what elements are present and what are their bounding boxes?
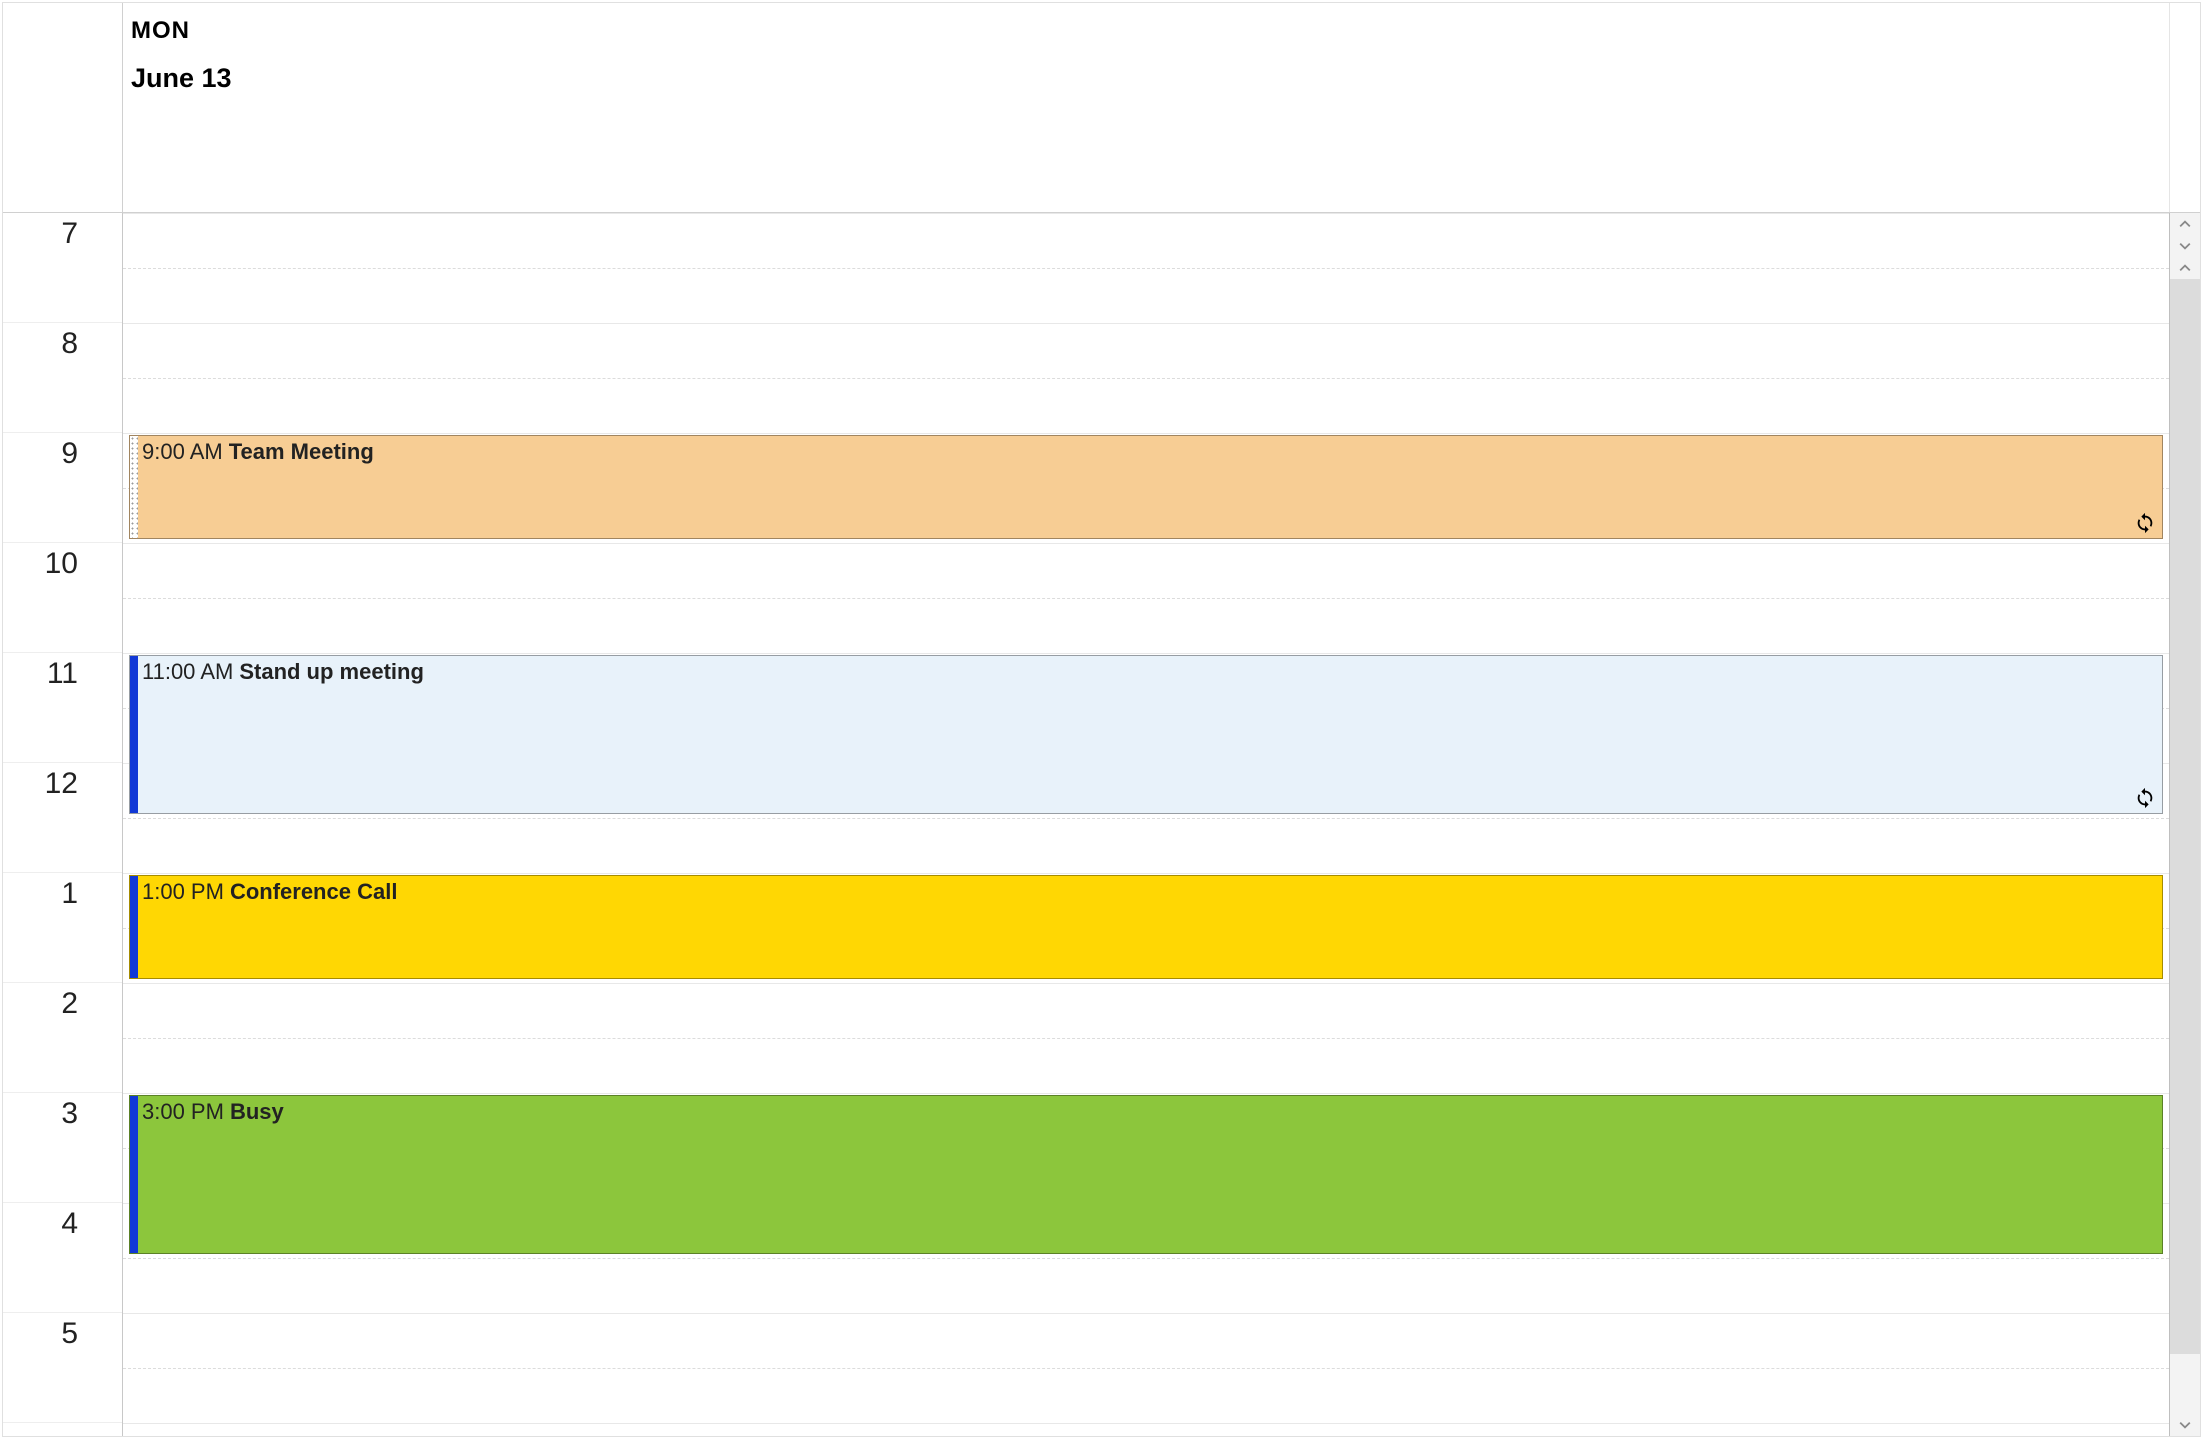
- half-hour-line: [123, 268, 2169, 269]
- scroll-track[interactable]: [2170, 279, 2200, 1414]
- half-hour-line: [123, 1368, 2169, 1369]
- recurring-icon: [2134, 512, 2156, 534]
- hour-line: [123, 1093, 2169, 1094]
- event-title: Conference Call: [230, 879, 398, 904]
- gutter-spacer: [3, 3, 123, 212]
- hour-cell: 7: [3, 213, 122, 323]
- day-header[interactable]: MON June 13: [123, 3, 2169, 212]
- hour-line: [123, 653, 2169, 654]
- scroll-down-icon[interactable]: [2170, 1414, 2200, 1436]
- event-title: Busy: [230, 1099, 284, 1124]
- hour-label: 7: [61, 217, 78, 251]
- hour-cell: 8: [3, 323, 122, 433]
- scroll-thumb[interactable]: [2170, 1354, 2200, 1414]
- half-hour-line: [123, 598, 2169, 599]
- half-hour-line: [123, 1258, 2169, 1259]
- hour-label: 10: [45, 547, 78, 581]
- scroll-bottom-group: [2170, 1414, 2200, 1436]
- half-hour-line: [123, 1038, 2169, 1039]
- hour-cell: 1: [3, 873, 122, 983]
- half-hour-line: [123, 818, 2169, 819]
- scroll-up-icon[interactable]: [2170, 213, 2200, 235]
- hour-cell: 4: [3, 1203, 122, 1313]
- scroll-down-small-icon[interactable]: [2170, 235, 2200, 257]
- calendar-event[interactable]: 11:00 AMStand up meeting: [129, 655, 2163, 814]
- hour-cell: 9: [3, 433, 122, 543]
- event-content: 1:00 PMConference Call: [142, 878, 2156, 906]
- event-content: 11:00 AMStand up meeting: [142, 658, 2156, 686]
- hour-label: 2: [61, 987, 78, 1021]
- event-time: 9:00 AM: [142, 439, 223, 464]
- event-content: 3:00 PMBusy: [142, 1098, 2156, 1126]
- time-grid[interactable]: 9:00 AMTeam Meeting 11:00 AMStand up meet…: [123, 213, 2169, 1436]
- day-of-week-label: MON: [131, 17, 2161, 45]
- hour-label: 12: [45, 767, 78, 801]
- hour-line: [123, 213, 2169, 214]
- half-hour-line: [123, 378, 2169, 379]
- hour-cell: 12: [3, 763, 122, 873]
- hour-cell: 11: [3, 653, 122, 763]
- hour-label: 4: [61, 1207, 78, 1241]
- time-gutter: 78910111212345: [3, 213, 123, 1436]
- calendar-body: 78910111212345 9:00 AMTeam Meeting11:00 …: [3, 213, 2200, 1436]
- recurring-icon: [2134, 787, 2156, 809]
- event-status-bar: [130, 1096, 138, 1253]
- hour-line: [123, 433, 2169, 434]
- scroll-top-group: [2170, 213, 2200, 279]
- hour-cell: 2: [3, 983, 122, 1093]
- hour-line: [123, 323, 2169, 324]
- hour-label: 3: [61, 1097, 78, 1131]
- event-title: Team Meeting: [229, 439, 374, 464]
- event-title: Stand up meeting: [239, 659, 424, 684]
- calendar-event[interactable]: 1:00 PMConference Call: [129, 875, 2163, 979]
- calendar-header: MON June 13: [3, 3, 2200, 213]
- day-date-label: June 13: [131, 63, 2161, 94]
- hour-label: 9: [61, 437, 78, 471]
- hour-cell: 3: [3, 1093, 122, 1203]
- event-status-bar: [130, 656, 138, 813]
- hour-label: 5: [61, 1317, 78, 1351]
- hour-cell: 5: [3, 1313, 122, 1423]
- calendar-event[interactable]: 9:00 AMTeam Meeting: [129, 435, 2163, 539]
- calendar-day-view: MON June 13 78910111212345 9:00 AMTeam M…: [2, 2, 2201, 1437]
- event-time: 1:00 PM: [142, 879, 224, 904]
- scroll-gutter-header: [2169, 3, 2200, 212]
- event-content: 9:00 AMTeam Meeting: [142, 438, 2156, 466]
- vertical-scrollbar[interactable]: [2169, 213, 2200, 1436]
- event-status-bar: [130, 876, 138, 978]
- calendar-event[interactable]: 3:00 PMBusy: [129, 1095, 2163, 1254]
- hour-line: [123, 983, 2169, 984]
- event-time: 3:00 PM: [142, 1099, 224, 1124]
- hour-label: 8: [61, 327, 78, 361]
- hour-line: [123, 543, 2169, 544]
- event-status-bar: [130, 436, 138, 538]
- hour-line: [123, 1313, 2169, 1314]
- hour-cell: 10: [3, 543, 122, 653]
- hour-label: 1: [61, 877, 78, 911]
- scroll-up-small-icon[interactable]: [2170, 257, 2200, 279]
- event-time: 11:00 AM: [142, 659, 233, 684]
- hour-label: 11: [47, 657, 78, 691]
- hour-line: [123, 1423, 2169, 1424]
- hour-line: [123, 873, 2169, 874]
